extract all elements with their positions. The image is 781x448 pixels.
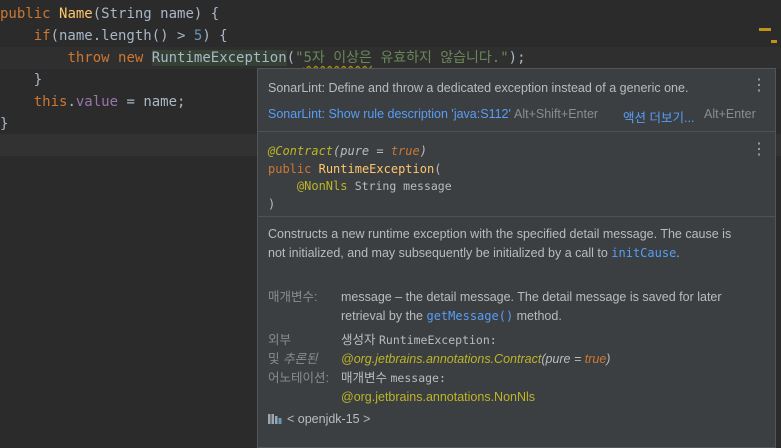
get-message-link[interactable]: getMessage() <box>426 309 513 323</box>
sonarlint-section: SonarLint: Define and throw a dedicated … <box>258 69 775 132</box>
code-line-4[interactable]: } <box>0 69 42 91</box>
ext-nonnls: @org.jetbrains.annotations.NonNls <box>341 390 536 404</box>
library-footer: < openjdk-15 > <box>268 412 370 426</box>
ext-ctor: 생성자 RuntimeException: <box>341 333 497 347</box>
library-name: < openjdk-15 > <box>287 412 371 426</box>
library-icon <box>268 414 282 424</box>
ext-contract: @org.jetbrains.annotations.Contract(pure… <box>341 352 611 366</box>
warning-stripe-mark[interactable] <box>759 28 771 31</box>
doc-options-icon[interactable]: ⋮ <box>751 142 767 158</box>
ext-label-3: 어노테이션: <box>268 371 329 385</box>
runtime-exception-token[interactable]: RuntimeException <box>151 50 287 66</box>
code-line-5[interactable]: this.value = name; <box>0 91 186 113</box>
ext-label-2: 및 추론된 <box>268 352 318 366</box>
more-options-icon[interactable]: ⋮ <box>751 78 767 94</box>
code-line-2[interactable]: if(name.length() > 5) { <box>0 25 228 47</box>
code-line-1[interactable]: public Name(String name) { <box>0 3 219 25</box>
rule-shortcut: Alt+Shift+Enter <box>514 107 599 121</box>
code-line-6[interactable]: } <box>0 113 8 135</box>
more-actions-shortcut: Alt+Enter <box>704 107 756 121</box>
code-line-3[interactable]: throw new RuntimeException("5자 이상은 유효하지 … <box>0 47 526 69</box>
show-rule-description-link[interactable]: SonarLint: Show rule description 'java:S… <box>268 107 511 121</box>
warning-stripe-mark-2[interactable] <box>771 40 777 43</box>
doc-description: Constructs a new runtime exception with … <box>268 227 732 260</box>
divider <box>258 216 775 217</box>
init-cause-link[interactable]: initCause <box>611 246 676 260</box>
quick-documentation-popup[interactable]: SonarLint: Define and throw a dedicated … <box>257 68 776 448</box>
params-text: message – the detail message. The detail… <box>341 290 722 323</box>
params-label: 매개변수: <box>268 290 318 304</box>
sonarlint-message: SonarLint: Define and throw a dedicated … <box>268 81 689 95</box>
more-actions-link[interactable]: 액션 더보기... <box>623 107 694 126</box>
ext-label-1: 외부 <box>268 333 292 347</box>
ext-param: 매개변수 message: <box>341 371 446 385</box>
method-signature: @Contract(pure = true) public RuntimeExc… <box>268 144 452 211</box>
warning-squiggle: 5자 이상은 <box>303 50 372 66</box>
